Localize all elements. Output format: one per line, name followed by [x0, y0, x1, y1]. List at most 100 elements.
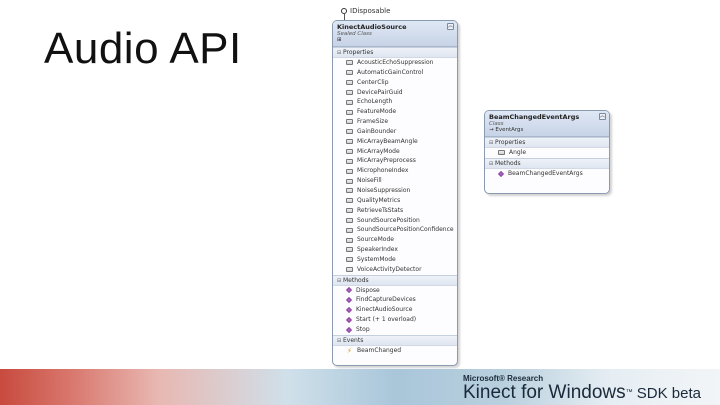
property-icon	[346, 149, 353, 155]
property-member[interactable]: SystemMode	[333, 255, 457, 265]
property-name: NoiseFill	[357, 177, 382, 185]
method-name: Stop	[356, 325, 370, 333]
property-name: SoundSourcePositionConfidence	[357, 226, 454, 234]
property-member[interactable]: MicArrayPreprocess	[333, 156, 457, 166]
property-icon	[346, 129, 353, 135]
property-name: CenterClip	[357, 78, 389, 86]
slide-title: Audio API	[44, 24, 242, 73]
property-name: SoundSourcePosition	[357, 216, 420, 224]
property-icon	[346, 257, 353, 263]
property-member[interactable]: FrameSize	[333, 117, 457, 127]
method-member[interactable]: Start (+ 1 overload)	[333, 315, 457, 325]
property-name: MicArrayPreprocess	[357, 157, 416, 165]
class-box-beam-changed-event-args[interactable]: BeamChangedEventArgs Class → EventArgs ︽…	[484, 110, 610, 194]
property-member[interactable]: SpeakerIndex	[333, 245, 457, 255]
section-header-properties[interactable]: ⊟ Properties	[333, 47, 457, 58]
property-name: Angle	[509, 149, 527, 156]
method-icon	[346, 297, 352, 304]
property-name: GainBounder	[357, 127, 397, 135]
property-member[interactable]: SoundSourcePosition	[333, 216, 457, 226]
property-name: FrameSize	[357, 118, 389, 126]
event-member[interactable]: ⚡ BeamChanged	[333, 346, 457, 356]
methods-list: Dispose FindCaptureDevices KinectAudioSour…	[333, 286, 457, 335]
method-member[interactable]: Stop	[333, 325, 457, 335]
property-icon	[346, 247, 353, 253]
property-member[interactable]: AcousticEchoSuppression	[333, 58, 457, 68]
interface-connector	[343, 13, 345, 20]
method-member[interactable]: KinectAudioSource	[333, 305, 457, 315]
interface-lollipop: IDisposable	[341, 7, 390, 15]
properties-list: AcousticEchoSuppression AutomaticGainCont…	[333, 58, 457, 275]
property-member[interactable]: Angle	[485, 148, 609, 158]
property-name: SystemMode	[357, 255, 396, 263]
section-header-events[interactable]: ⊟ Events	[333, 334, 457, 346]
class-box-kinect-audio-source[interactable]: KinectAudioSource Sealed Class ⊞ ︽ ⊟ Prop…	[332, 20, 458, 366]
property-name: EchoLength	[357, 98, 393, 106]
class-name: KinectAudioSource	[337, 23, 407, 31]
property-member[interactable]: MicArrayBeamAngle	[333, 137, 457, 147]
property-icon	[346, 109, 353, 115]
collapse-chevron-icon[interactable]: ︽	[599, 113, 606, 120]
brand-logo: Microsoft® Research Kinect for Windows™ …	[463, 374, 701, 404]
property-icon	[346, 99, 353, 105]
method-icon	[346, 326, 352, 333]
property-icon	[346, 89, 353, 95]
property-icon	[346, 188, 353, 194]
property-name: MicArrayBeamAngle	[357, 137, 418, 145]
property-member[interactable]: CenterClip	[333, 78, 457, 88]
class-expand-marker: ⊞	[337, 37, 342, 43]
property-icon	[346, 70, 353, 76]
property-name: FeatureMode	[357, 108, 397, 116]
method-icon	[346, 287, 352, 294]
property-member[interactable]: MicArrayMode	[333, 147, 457, 157]
property-member[interactable]: NoiseFill	[333, 176, 457, 186]
property-name: MicArrayMode	[357, 147, 400, 155]
section-header-methods[interactable]: ⊟ Methods	[485, 157, 609, 169]
methods-list: BeamChangedEventArgs	[485, 169, 609, 179]
property-icon	[346, 237, 353, 243]
method-name: FindCaptureDevices	[356, 296, 416, 304]
method-member[interactable]: FindCaptureDevices	[333, 295, 457, 305]
method-member[interactable]: BeamChangedEventArgs	[485, 169, 609, 179]
property-member[interactable]: GainBounder	[333, 127, 457, 137]
class-header: BeamChangedEventArgs Class → EventArgs ︽	[485, 111, 609, 137]
property-name: RetrieveTsStats	[357, 206, 404, 214]
property-member[interactable]: MicrophoneIndex	[333, 166, 457, 176]
class-header: KinectAudioSource Sealed Class ⊞ ︽	[333, 21, 457, 47]
property-member[interactable]: SoundSourcePositionConfidence	[333, 225, 457, 235]
method-member[interactable]: Dispose	[333, 286, 457, 296]
brand-product: Kinect for Windows™ SDK beta	[463, 382, 701, 403]
method-name: Start (+ 1 overload)	[356, 316, 417, 324]
property-member[interactable]: QualityMetrics	[333, 196, 457, 206]
collapse-chevron-icon[interactable]: ︽	[447, 23, 454, 30]
property-member[interactable]: FeatureMode	[333, 107, 457, 117]
property-member[interactable]: RetrieveTsStats	[333, 206, 457, 216]
events-list: ⚡ BeamChanged	[333, 346, 457, 356]
method-name: Dispose	[356, 286, 380, 294]
property-name: NoiseSuppression	[357, 186, 411, 194]
property-name: VoiceActivityDetector	[357, 265, 422, 273]
class-base: → EventArgs	[489, 127, 524, 133]
section-header-properties[interactable]: ⊟ Properties	[485, 137, 609, 148]
properties-list: Angle	[485, 148, 609, 158]
property-member[interactable]: SourceMode	[333, 235, 457, 245]
property-icon	[346, 60, 353, 66]
property-name: DevicePairGuid	[357, 88, 403, 96]
property-member[interactable]: DevicePairGuid	[333, 88, 457, 98]
property-name: AcousticEchoSuppression	[357, 59, 434, 66]
section-header-methods[interactable]: ⊟ Methods	[333, 274, 457, 286]
event-name: BeamChanged	[357, 346, 402, 354]
method-icon	[346, 307, 352, 314]
property-member[interactable]: EchoLength	[333, 97, 457, 107]
property-member[interactable]: VoiceActivityDetector	[333, 265, 457, 275]
method-icon	[498, 170, 504, 177]
interface-name: IDisposable	[350, 7, 391, 15]
property-icon	[346, 80, 353, 86]
property-icon	[346, 119, 353, 125]
property-name: SpeakerIndex	[357, 246, 398, 254]
property-member[interactable]: AutomaticGainControl	[333, 68, 457, 78]
method-icon	[346, 317, 352, 323]
property-icon	[346, 217, 353, 223]
property-member[interactable]: NoiseSuppression	[333, 186, 457, 196]
property-icon	[346, 158, 353, 164]
